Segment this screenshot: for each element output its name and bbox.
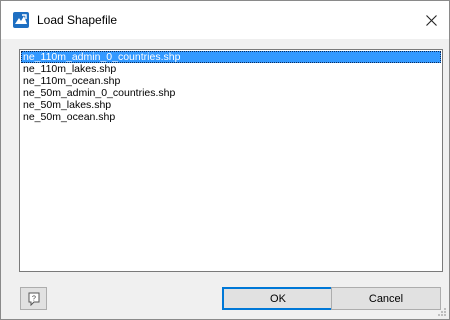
list-item[interactable]: ne_50m_admin_0_countries.shp — [21, 87, 441, 99]
list-item[interactable]: ne_110m_ocean.shp — [21, 75, 441, 87]
list-item[interactable]: ne_110m_admin_0_countries.shp — [21, 51, 441, 63]
help-icon: ? — [28, 292, 39, 306]
ok-button[interactable]: OK — [222, 287, 334, 310]
close-button[interactable] — [413, 1, 449, 39]
shapefile-app-icon — [13, 12, 29, 28]
help-button[interactable]: ? — [20, 287, 47, 310]
close-icon — [425, 14, 437, 26]
list-item[interactable]: ne_50m_lakes.shp — [21, 99, 441, 111]
resize-grip-icon[interactable] — [437, 307, 447, 317]
load-shapefile-dialog: Load Shapefile ne_110m_admin_0_countries… — [0, 0, 450, 320]
title-bar[interactable]: Load Shapefile — [1, 1, 449, 39]
svg-text:?: ? — [32, 295, 36, 302]
dialog-title: Load Shapefile — [37, 13, 118, 27]
cancel-button[interactable]: Cancel — [331, 287, 441, 310]
shapefile-listbox[interactable]: ne_110m_admin_0_countries.shp ne_110m_la… — [19, 49, 443, 272]
list-item[interactable]: ne_110m_lakes.shp — [21, 63, 441, 75]
list-item[interactable]: ne_50m_ocean.shp — [21, 111, 441, 123]
